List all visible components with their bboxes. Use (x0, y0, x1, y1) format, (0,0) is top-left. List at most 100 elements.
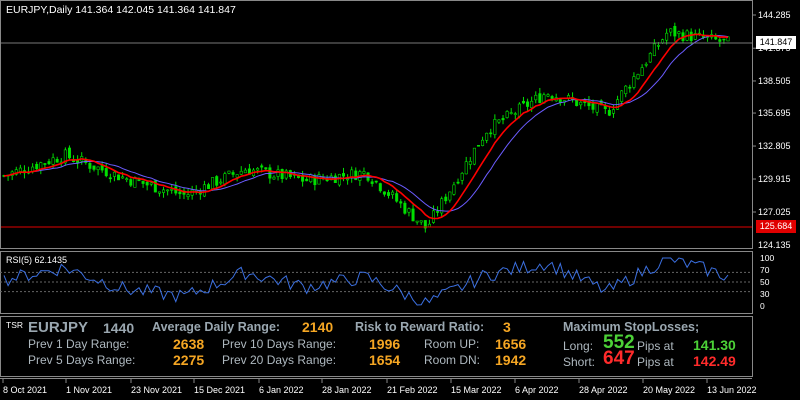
candle-body (346, 178, 350, 181)
candle-body (464, 161, 468, 175)
candle-body (452, 184, 456, 195)
prev5-label: Prev 5 Days Range: (28, 353, 136, 367)
short-price: 142.49 (693, 353, 736, 369)
long-label: Long: (563, 339, 594, 353)
time-label: 20 May 2022 (643, 385, 696, 395)
candle-body (595, 103, 599, 113)
candle-body (239, 170, 243, 175)
candle-body (497, 119, 501, 123)
candle-body (215, 176, 219, 186)
room-dn-label: Room DN: (424, 353, 481, 367)
candle-body (468, 161, 472, 165)
time-label: 6 Jan 2022 (259, 385, 304, 395)
candle-body (485, 132, 489, 141)
main-pane-frame (0, 0, 753, 249)
time-label: 23 Nov 2021 (131, 385, 183, 395)
candle-body (521, 100, 525, 104)
time-label: 15 Dec 2021 (194, 385, 246, 395)
candle-body (112, 171, 116, 177)
candle-body (342, 173, 346, 177)
candle-body (157, 191, 161, 194)
candle-body (178, 191, 182, 195)
candle-body (534, 94, 538, 101)
short-pips-at: Pips at (637, 355, 674, 369)
tsr-tag: TSR (6, 320, 23, 330)
price-label: 127.025 (758, 207, 791, 217)
candle-body (632, 76, 636, 88)
candle-body (219, 181, 223, 184)
candle-body (145, 181, 149, 186)
time-label: 15 Mar 2022 (451, 385, 502, 395)
prev5-value: 2275 (173, 352, 205, 368)
candle-body (305, 178, 309, 182)
candle-body (35, 163, 39, 170)
candle-body (718, 39, 722, 42)
candle-body (501, 118, 505, 121)
candle-body (427, 223, 431, 228)
long-price: 141.30 (693, 337, 736, 353)
candle-body (436, 211, 440, 213)
candle-body (656, 45, 660, 47)
candle-body (431, 210, 435, 223)
candle-body (579, 101, 583, 106)
candle-body (620, 90, 624, 102)
time-label: 28 Jan 2022 (322, 385, 372, 395)
candle-body (411, 208, 415, 222)
prev10-label: Prev 10 Days Range: (222, 337, 337, 351)
candle-body (386, 192, 390, 196)
candle-body (88, 162, 92, 169)
candle-body (444, 196, 448, 202)
rsi-label: RSI(5) 62.1435 (6, 255, 68, 265)
candle-body (611, 109, 615, 114)
candle-body (677, 31, 681, 34)
candle-body (235, 174, 239, 178)
candle-body (223, 173, 227, 185)
rsi-axis-label: 100 (760, 253, 775, 263)
price-label: 132.805 (758, 141, 791, 151)
candles (2, 22, 730, 233)
time-label: 1 Nov 2021 (66, 385, 113, 395)
candle-body (419, 220, 423, 223)
candle-body (517, 103, 521, 117)
candle-body (575, 99, 579, 107)
candle-body (309, 174, 313, 183)
rr-label: Risk to Reward Ratio: (355, 320, 485, 334)
candle-body (55, 159, 59, 163)
rsi-axis-label: 50 (760, 277, 770, 287)
rr-value: 3 (503, 319, 511, 335)
candle-body (149, 182, 153, 185)
ma-slow-line (3, 34, 729, 212)
candle-body (558, 99, 562, 103)
candle-body (166, 189, 170, 192)
candle-body (550, 96, 554, 99)
candle-body (137, 179, 141, 181)
candle-body (264, 167, 268, 170)
prev20-label: Prev 20 Days Range: (222, 353, 337, 367)
candle-body (92, 165, 96, 170)
candle-body (104, 168, 108, 177)
candle-body (665, 32, 669, 41)
short-pips: 647 (603, 348, 635, 369)
candle-body (489, 132, 493, 135)
candle-body (18, 167, 22, 172)
candle-body (460, 173, 464, 181)
panel-symbol: EURJPY (28, 319, 89, 336)
candle-body (407, 208, 411, 213)
price-label: 144.285 (758, 10, 791, 20)
candle-body (505, 111, 509, 118)
ma-fast-line (3, 33, 729, 220)
room-up-value: 1656 (495, 336, 527, 352)
current-price-tag: 141.847 (756, 36, 796, 49)
rsi-levels (0, 271, 752, 293)
candle-body (378, 183, 382, 192)
candle-body (162, 189, 166, 193)
candle-body (509, 112, 513, 114)
candle-body (272, 176, 276, 180)
candle-body (481, 139, 485, 146)
chart-title: EURJPY,Daily 141.364 142.045 141.364 141… (6, 4, 236, 16)
candle-body (276, 169, 280, 177)
candle-body (370, 181, 374, 184)
candle-body (170, 189, 174, 191)
price-label: 138.505 (758, 76, 791, 86)
candle-body (628, 86, 632, 89)
